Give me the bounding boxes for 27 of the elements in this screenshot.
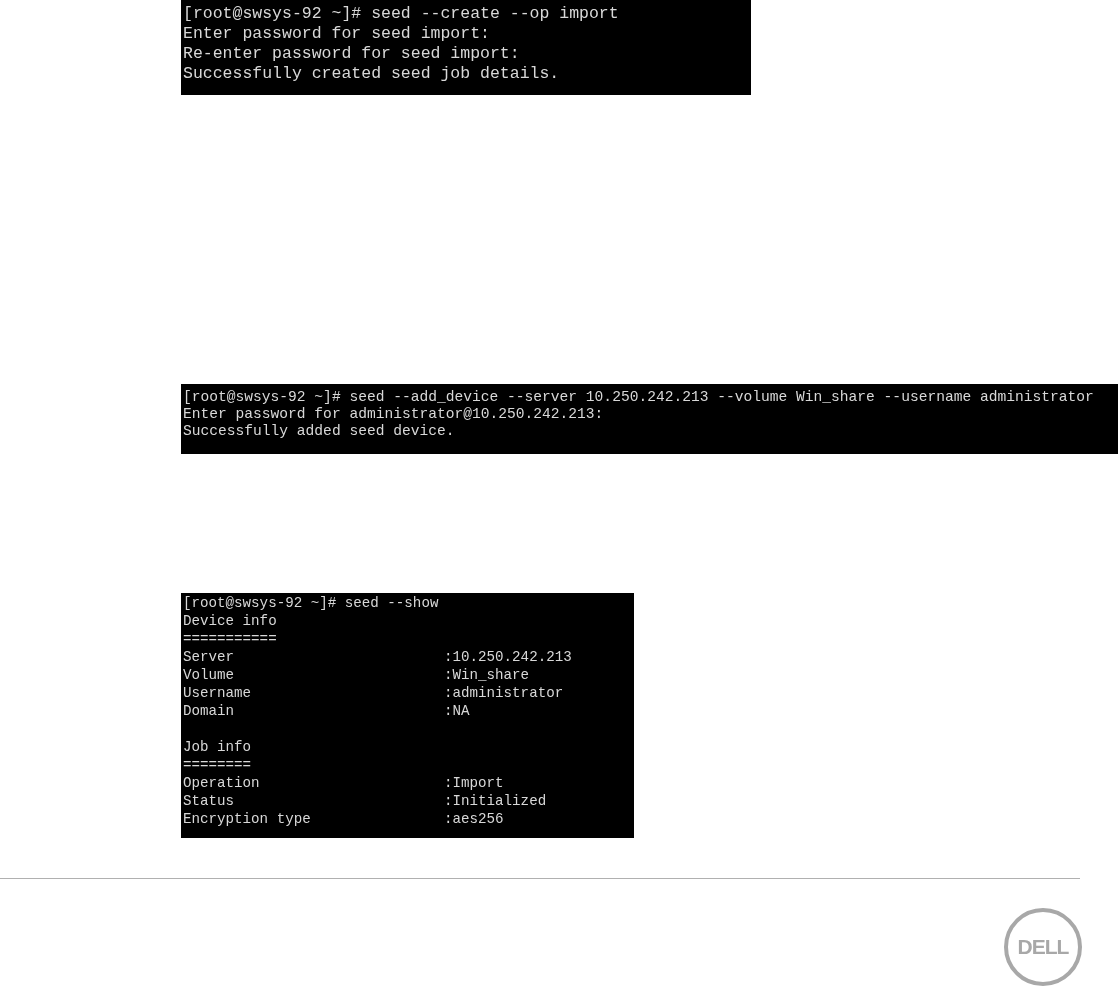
terminal-line: Successfully created seed job details. — [183, 64, 560, 83]
terminal-line: Device info — [183, 612, 277, 629]
terminal-line: Enter password for seed import: — [183, 24, 490, 43]
terminal-line: Enter password for administrator@10.250.242.213: — [183, 405, 604, 422]
field-value: :aes256 — [444, 809, 505, 828]
terminal-line: [root@swsys-92 ~]# seed --show — [183, 594, 439, 611]
field-value: :Win_share — [444, 665, 531, 684]
field-label: Domain — [183, 701, 236, 720]
terminal-line: ======== — [183, 756, 252, 773]
terminal-line: Successfully added seed device. — [183, 422, 455, 439]
terminal-line: Job info — [183, 738, 252, 755]
field-value: :Import — [444, 773, 505, 792]
terminal-line: [root@swsys-92 ~]# seed --create --op import — [183, 4, 619, 23]
terminal-line: Re-enter password for seed import: — [183, 44, 520, 63]
field-value: :administrator — [444, 683, 565, 702]
field-value: :10.250.242.213 — [444, 647, 573, 666]
terminal-line: =========== — [183, 630, 277, 647]
field-label: Status — [183, 791, 236, 810]
logo: DELL — [1004, 908, 1082, 986]
field-label: Encryption type — [183, 809, 312, 828]
field-value: :NA — [444, 701, 471, 720]
field-label: Operation — [183, 773, 261, 792]
field-label: Username — [183, 683, 253, 702]
field-value: :Initialized — [444, 791, 548, 810]
field-label: Volume — [183, 665, 236, 684]
field-label: Server — [183, 647, 236, 666]
terminal-line: [root@swsys-92 ~]# seed --add_device --server 10.250.242.213 --volume Win_share --username administrator — [183, 388, 1094, 405]
